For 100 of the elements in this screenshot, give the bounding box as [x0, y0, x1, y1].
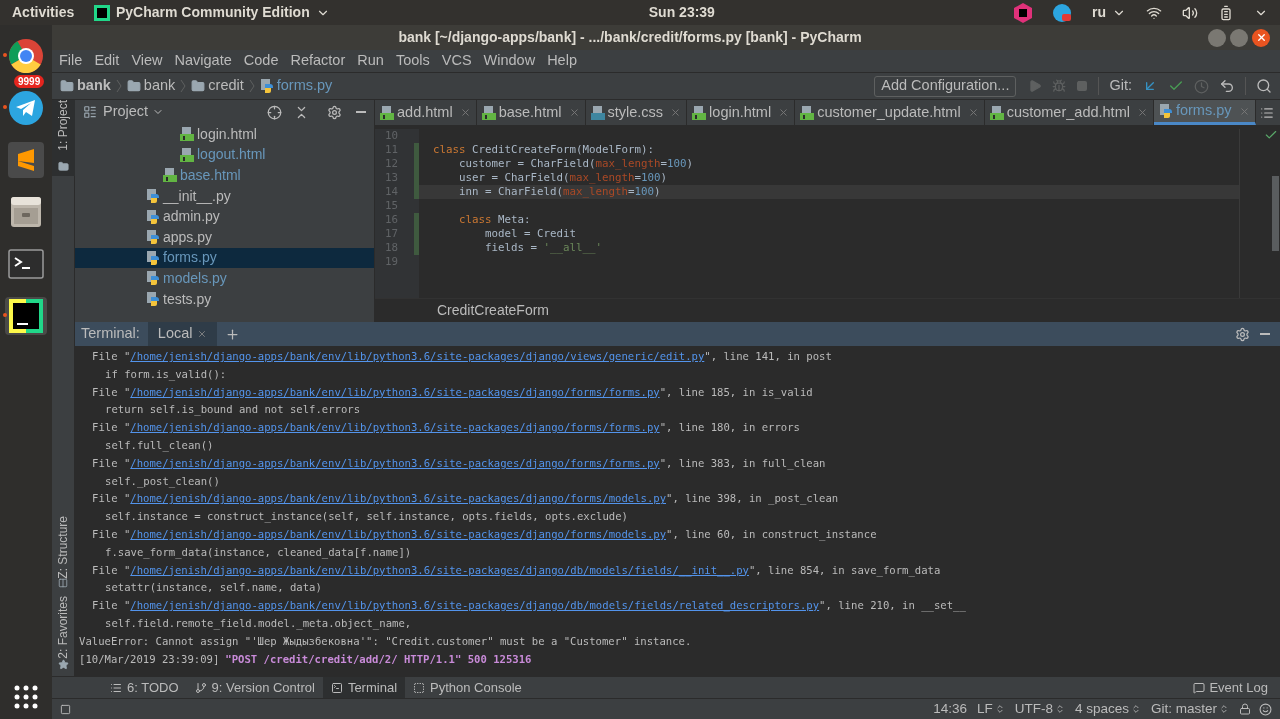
status-item[interactable]: LF: [976, 698, 1005, 719]
menu-item[interactable]: Code: [243, 50, 279, 72]
menu-item[interactable]: Refactor: [290, 50, 346, 72]
close-icon: [670, 107, 682, 118]
status-item[interactable]: Git: master: [1151, 698, 1229, 719]
file-link[interactable]: /home/jenish/django-apps/bank/env/lib/python3.6/site-packages/django/forms/forms.py: [130, 456, 660, 469]
tree-item[interactable]: apps.py: [75, 226, 374, 248]
app-menu[interactable]: PyCharm Community Edition: [94, 2, 330, 23]
code-line: customer = CharField(max_length=100): [458, 157, 695, 171]
python-file-icon: [1158, 104, 1173, 118]
tool-window-tab[interactable]: Python Console: [405, 677, 530, 698]
traceback-frame: File "/home/jenish/django-apps/bank/env/lib/python3.6/site-packages/django/views/generic/edit.py", line 141, in post: [92, 350, 832, 362]
menu-item[interactable]: Navigate: [174, 50, 232, 72]
activities-button[interactable]: Activities: [12, 2, 94, 23]
messenger-tray-icon: [1052, 2, 1072, 23]
history-icon: [1194, 78, 1209, 94]
python-file-icon: [146, 250, 160, 265]
close-button[interactable]: [1252, 28, 1270, 47]
close-icon: [1238, 105, 1250, 117]
lock-icon: [1239, 703, 1251, 715]
file-link[interactable]: /home/jenish/django-apps/bank/env/lib/python3.6/site-packages/django/forms/models.py: [130, 492, 667, 505]
file-link[interactable]: /home/jenish/django-apps/bank/env/lib/python3.6/site-packages/django/db/models/fields/related_descriptors.py: [130, 599, 820, 612]
menu-item[interactable]: View: [131, 50, 163, 72]
tool-window-tab[interactable]: Z: Structure: [46, 515, 80, 579]
project-view-selector[interactable]: Project: [103, 101, 165, 123]
code-line: model = Credit: [484, 227, 577, 241]
tool-window-tab[interactable]: 2: Favorites: [46, 596, 80, 659]
breadcrumb[interactable]: forms.py: [259, 75, 333, 97]
local-session-tab[interactable]: Local: [147, 322, 217, 346]
scrollbar[interactable]: [1272, 176, 1279, 251]
structure-breadcrumb[interactable]: CreditCreateForm: [437, 300, 550, 321]
tree-item[interactable]: base.html: [75, 165, 374, 186]
editor-tab[interactable]: customer_add.html: [984, 100, 1154, 125]
dock-item[interactable]: [5, 297, 47, 335]
menu-item[interactable]: Run: [357, 50, 384, 72]
tree-item[interactable]: logout.html: [75, 144, 374, 166]
settings-icon: [1235, 326, 1250, 342]
toolbox-icon: [1014, 2, 1032, 23]
minimize-button[interactable]: [1208, 28, 1226, 47]
tool-window-tab[interactable]: 1: Project: [51, 100, 75, 176]
html-file-icon: [481, 105, 496, 120]
status-item[interactable]: UTF-8: [1014, 698, 1065, 719]
editor-tab[interactable]: customer_update.html: [795, 100, 985, 125]
layout-toggle-icon: [60, 703, 71, 715]
list-icon: [110, 681, 122, 694]
breadcrumb[interactable]: bank: [60, 75, 111, 97]
browser-icon: [8, 38, 44, 74]
close-icon: [778, 107, 790, 118]
event-log-button[interactable]: Event Log: [1193, 677, 1268, 698]
tree-item[interactable]: __init__.py: [75, 185, 374, 207]
volume-icon: [1182, 4, 1198, 21]
new-tab-icon: [224, 326, 240, 342]
messenger-icon: [8, 90, 44, 126]
tool-window-tab[interactable]: Terminal: [322, 677, 405, 698]
ide-app-icon: [9, 299, 43, 333]
traceback-frame: File "/home/jenish/django-apps/bank/env/lib/python3.6/site-packages/django/forms/models.py", line 60, in construct_instance: [92, 527, 877, 540]
close-icon: [1255, 32, 1267, 43]
traceback-frame: File "/home/jenish/django-apps/bank/env/lib/python3.6/site-packages/django/forms/forms.py", line 185, in is_valid: [92, 385, 813, 398]
menu-item[interactable]: Help: [547, 50, 577, 72]
file-link[interactable]: /home/jenish/django-apps/bank/env/lib/python3.6/site-packages/django/forms/forms.py: [130, 421, 660, 434]
menu-item[interactable]: Window: [483, 50, 536, 72]
status-item[interactable]: 4 spaces: [1074, 698, 1141, 719]
file-link[interactable]: /home/jenish/django-apps/bank/env/lib/python3.6/site-packages/django/forms/models.py: [130, 527, 667, 540]
source-line: self.field.remote_field.model._meta.object_name,: [105, 616, 412, 629]
updown-icon: [1054, 704, 1065, 714]
keyboard-layout-menu[interactable]: ru: [1092, 2, 1126, 23]
file-link[interactable]: /home/jenish/django-apps/bank/env/lib/python3.6/site-packages/django/forms/forms.py: [130, 385, 660, 398]
clock[interactable]: Sun 23:39: [648, 2, 715, 23]
run-icon: [1028, 79, 1043, 93]
tree-item[interactable]: models.py: [75, 268, 374, 289]
tool-window-tab[interactable]: 9: Version Control: [186, 677, 323, 698]
editor-tab[interactable]: add.html: [375, 100, 477, 125]
dock-item[interactable]: [5, 141, 47, 179]
breadcrumb-chevron-icon: [248, 79, 255, 93]
stop-icon: [1076, 80, 1089, 92]
status-item[interactable]: 14:36: [933, 698, 967, 719]
menu-item[interactable]: Tools: [395, 50, 430, 72]
run-configuration-button[interactable]: Add Configuration...: [874, 75, 1017, 97]
source-line: self.instance = construct_instance(self, self.instance, opts.fields, opts.exclude): [105, 510, 628, 523]
code-line: user = CharField(max_length=100): [458, 171, 669, 185]
menu-item[interactable]: File: [59, 50, 83, 72]
tree-item[interactable]: tests.py: [75, 288, 374, 310]
breadcrumb[interactable]: bank: [126, 75, 176, 97]
tree-item[interactable]: login.html: [75, 124, 374, 145]
menu-item[interactable]: Edit: [94, 50, 120, 72]
editor-tab[interactable]: base.html: [476, 100, 586, 125]
tree-item[interactable]: admin.py: [75, 206, 374, 227]
folder-icon: [57, 160, 69, 172]
editor-tab[interactable]: style.css: [585, 100, 688, 125]
tool-window-tab[interactable]: 6: TODO: [102, 677, 187, 698]
editor-tab[interactable]: login.html: [687, 100, 796, 125]
file-link[interactable]: /home/jenish/django-apps/bank/env/lib/python3.6/site-packages/django/db/models/fields/__init__.py: [130, 563, 749, 576]
star-icon: [57, 659, 69, 670]
close-icon: [1136, 107, 1148, 118]
breadcrumb[interactable]: credit: [191, 75, 244, 97]
ide-app-icon: [94, 4, 110, 21]
tree-item[interactable]: forms.py: [75, 247, 374, 269]
speech-bubble-icon: [1193, 681, 1206, 694]
menu-item[interactable]: VCS: [441, 50, 472, 72]
file-link[interactable]: /home/jenish/django-apps/bank/env/lib/python3.6/site-packages/django/views/generic/edit.py: [130, 350, 705, 362]
